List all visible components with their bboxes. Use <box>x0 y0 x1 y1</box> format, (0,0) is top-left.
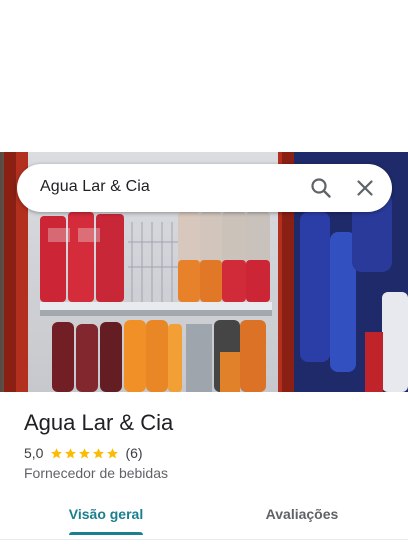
tab-reviews[interactable]: Avaliações <box>220 496 384 536</box>
rating-row[interactable]: 5,0 (6) <box>24 444 143 462</box>
search-query-text[interactable]: Agua Lar & Cia <box>40 178 150 196</box>
tabs-divider <box>0 539 408 540</box>
close-icon[interactable] <box>353 176 377 200</box>
star-icon <box>65 447 77 458</box>
place-page: Agua Lar & Cia Agua Lar & Cia 5,0 (6) Fo… <box>0 0 408 544</box>
place-tabs: Visão geral Avaliações <box>0 496 408 536</box>
star-icon <box>93 447 105 458</box>
tab-overview[interactable]: Visão geral <box>24 496 188 536</box>
rating-value: 5,0 <box>24 445 44 461</box>
search-icon[interactable] <box>309 176 333 200</box>
place-title: Agua Lar & Cia <box>24 410 174 435</box>
star-icon <box>51 447 63 458</box>
search-bar[interactable]: Agua Lar & Cia <box>17 164 392 212</box>
rating-stars <box>50 447 120 460</box>
star-icon <box>107 447 119 458</box>
place-category[interactable]: Fornecedor de bebidas <box>24 465 168 481</box>
review-count[interactable]: (6) <box>125 445 142 461</box>
active-tab-indicator <box>69 532 143 535</box>
star-icon <box>79 447 91 458</box>
